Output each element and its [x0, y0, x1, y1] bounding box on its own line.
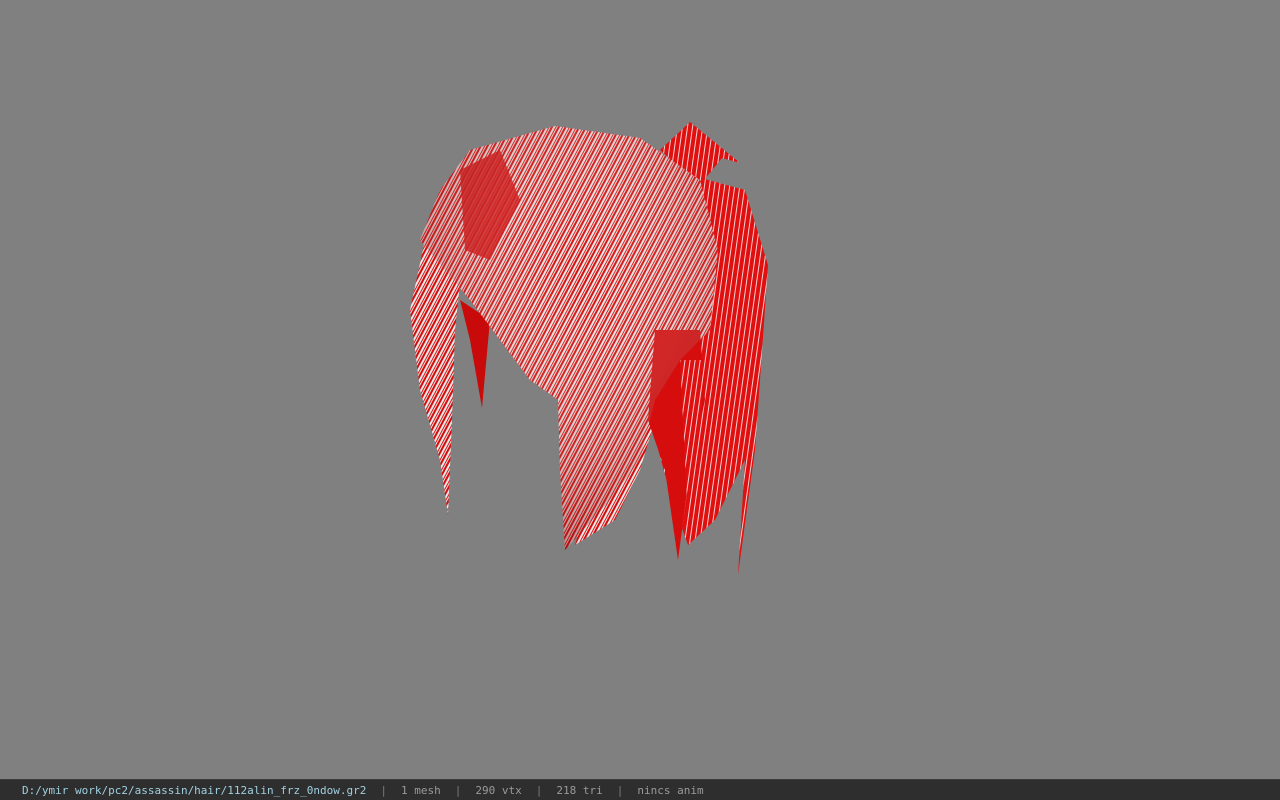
3d-viewport[interactable] — [0, 0, 1280, 779]
status-separator: | — [616, 783, 624, 797]
vertex-count: 290 vtx — [475, 783, 522, 797]
hair-model-render — [410, 122, 768, 575]
status-separator: | — [535, 783, 543, 797]
animation-status: nincs anim — [637, 783, 704, 797]
triangle-count: 218 tri — [556, 783, 603, 797]
file-path: D:/ymir work/pc2/assassin/hair/112alin_f… — [22, 783, 367, 797]
status-separator: | — [454, 783, 462, 797]
status-separator: | — [380, 783, 387, 797]
status-bar: D:/ymir work/pc2/assassin/hair/112alin_f… — [0, 779, 1280, 800]
hair-left-strand — [410, 240, 462, 515]
mesh-count: 1 mesh — [401, 783, 441, 797]
